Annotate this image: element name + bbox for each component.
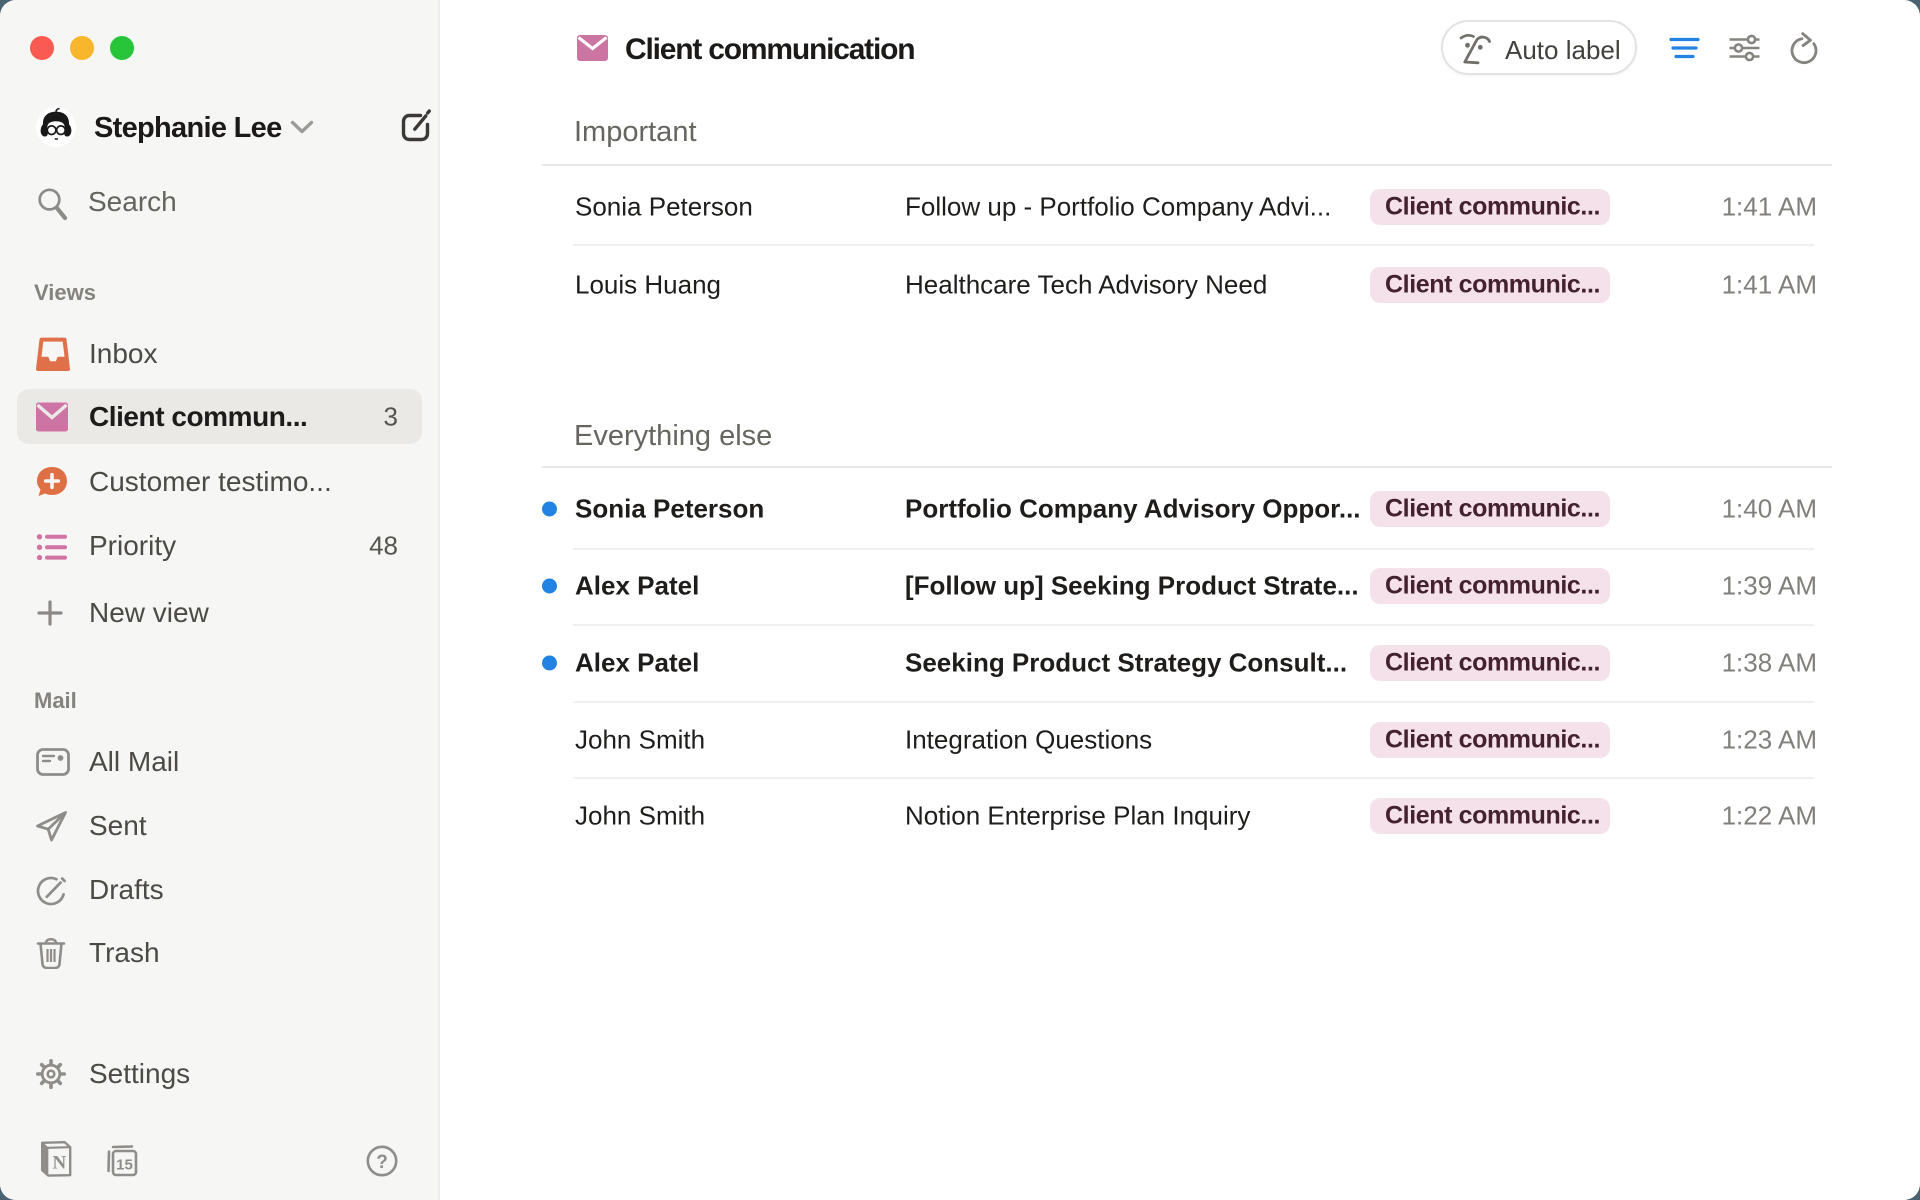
svg-text:?: ? bbox=[376, 1152, 388, 1173]
svg-text:N: N bbox=[53, 1153, 67, 1174]
svg-text:15: 15 bbox=[116, 1157, 133, 1174]
